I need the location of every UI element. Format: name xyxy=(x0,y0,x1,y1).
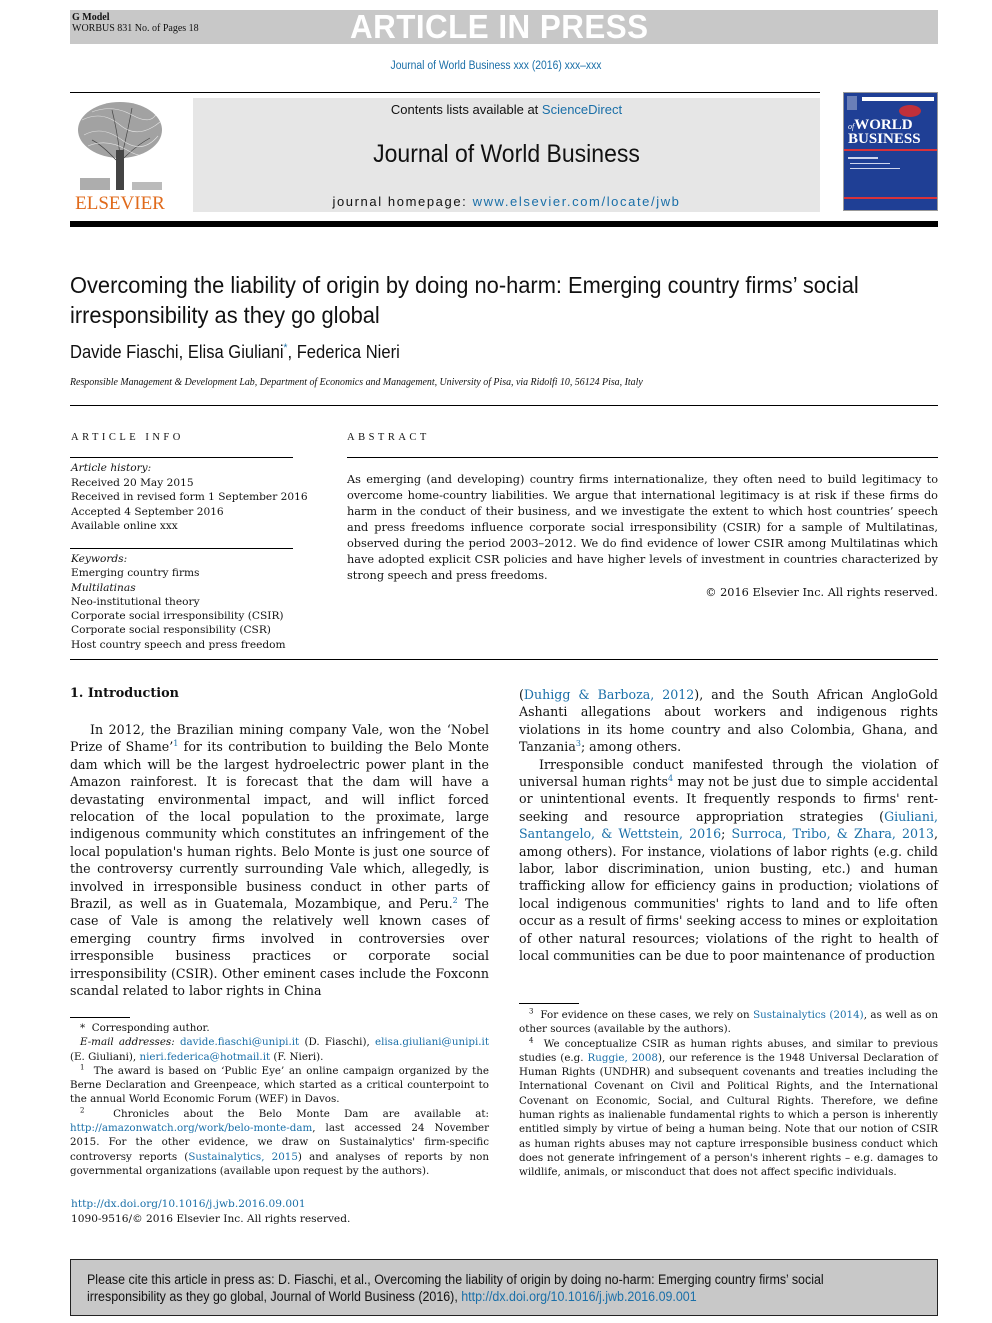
author-name[interactable]: Federica Nieri xyxy=(297,342,400,362)
keyword: Neo-institutional theory xyxy=(71,595,200,608)
sciencedirect-link[interactable]: ScienceDirect xyxy=(542,102,622,117)
masthead-rule xyxy=(70,92,820,93)
homepage-link[interactable]: www.elsevier.com/locate/jwb xyxy=(473,194,681,209)
keyword: Corporate social irresponsibility (CSIR) xyxy=(71,610,284,623)
history-label: Article history: xyxy=(71,462,152,474)
cover-emblem xyxy=(899,105,921,117)
history-item: Available online xxx xyxy=(71,520,178,532)
footnote: 1 The award is based on ‘Public Eye’ an … xyxy=(70,1063,489,1106)
contents-line: Contents lists available at ScienceDirec… xyxy=(193,102,820,117)
footnote: 4 We conceptualize CSIR as human rights … xyxy=(519,1036,938,1179)
article-title: Overcoming the liability of origin by do… xyxy=(70,272,859,328)
issn-copyright: 1090-9516/© 2016 Elsevier Inc. All right… xyxy=(71,1213,351,1225)
article-info-heading: ARTICLE INFO xyxy=(71,432,184,443)
g-model-label: G Model xyxy=(72,12,110,23)
cover-text-line xyxy=(848,157,878,159)
citation-link[interactable]: Ruggie, 2008 xyxy=(588,1052,658,1064)
abstract-copyright: © 2016 Elsevier Inc. All rights reserved… xyxy=(705,586,938,599)
citation-link[interactable]: Duhigg & Barboza, 2012 xyxy=(524,687,694,702)
manuscript-number: WORBUS 831 No. of Pages 18 xyxy=(72,23,199,34)
abstract-heading: ABSTRACT xyxy=(347,432,430,443)
citation-link[interactable]: Sustainalytics, 2015 xyxy=(188,1151,298,1163)
elsevier-wordmark: ELSEVIER xyxy=(75,193,165,214)
corresponding-author-mark[interactable]: * xyxy=(284,342,288,354)
cover-header-strip xyxy=(862,97,934,101)
keyword: Emerging country firms xyxy=(71,567,200,580)
divider xyxy=(347,457,938,458)
url-link[interactable]: http://amazonwatch.org/work/belo-monte-d… xyxy=(70,1122,312,1134)
cover-title: ofWORLD BUSINESS xyxy=(848,117,921,147)
keywords-label: Keywords: xyxy=(71,553,128,565)
history-item: Accepted 4 September 2016 xyxy=(71,505,224,518)
body-paragraph: (Duhigg & Barboza, 2012), and the South … xyxy=(519,687,938,755)
elsevier-tree-icon xyxy=(78,102,162,191)
footnotes-left: * Corresponding author. E-mail addresses… xyxy=(70,1021,489,1178)
keyword: Host country speech and press freedom xyxy=(71,638,286,651)
footnote-rule xyxy=(70,1017,130,1018)
banner-text: ARTICLE IN PRESS xyxy=(350,8,649,45)
footnote-rule xyxy=(519,1003,579,1004)
body-paragraph: In 2012, the Brazilian mining company Va… xyxy=(70,722,490,999)
body-column-right: (Duhigg & Barboza, 2012), and the South … xyxy=(519,686,938,965)
author-name[interactable]: Elisa Giuliani xyxy=(188,342,284,362)
email-link[interactable]: davide.fiaschi@unipi.it xyxy=(180,1036,299,1048)
email-link[interactable]: elisa.giuliani@unipi.it xyxy=(375,1036,489,1048)
footnote-corresponding: * Corresponding author. xyxy=(80,1022,210,1034)
citation-doi-link[interactable]: http://dx.doi.org/10.1016/j.jwb.2016.09.… xyxy=(461,1289,696,1304)
body-paragraph: Irresponsible conduct manifested through… xyxy=(519,756,939,964)
keywords: Keywords: Emerging country firms Multila… xyxy=(71,552,286,652)
keyword: Multilatinas xyxy=(71,581,136,594)
cover-publisher-logo xyxy=(847,96,857,110)
email-link[interactable]: nieri.federica@hotmail.it xyxy=(139,1051,270,1063)
journal-homepage: journal homepage: www.elsevier.com/locat… xyxy=(193,194,820,209)
footnotes-right: 3 For evidence on these cases, we rely o… xyxy=(519,1008,938,1180)
journal-reference-link[interactable]: Journal of World Business xxx (2016) xxx… xyxy=(50,60,943,72)
footnote: 3 For evidence on these cases, we rely o… xyxy=(519,1007,939,1036)
divider xyxy=(70,457,293,458)
abstract-text: As emerging (and developing) country fir… xyxy=(347,473,938,582)
history-item: Received 20 May 2015 xyxy=(71,476,194,489)
article-history: Article history: Received 20 May 2015 Re… xyxy=(71,461,308,534)
section-heading: 1. Introduction xyxy=(70,686,179,701)
divider xyxy=(70,405,938,406)
keyword: Corporate social responsibility (CSR) xyxy=(71,624,271,637)
cover-text-line xyxy=(850,168,900,169)
citation-link[interactable]: Sustainalytics (2014) xyxy=(753,1009,864,1021)
masthead-thick-rule xyxy=(70,221,938,227)
author-list: Davide Fiaschi, Elisa Giuliani*, Federic… xyxy=(70,342,400,362)
journal-cover-image[interactable]: ofWORLD BUSINESS xyxy=(843,92,938,211)
journal-title: Journal of World Business xyxy=(373,140,640,168)
author-name[interactable]: Davide Fiaschi xyxy=(70,342,179,362)
history-item: Received in revised form 1 September 201… xyxy=(71,491,308,503)
cover-text-line xyxy=(850,163,890,164)
footnote: 2 Chronicles about the Belo Monte Dam ar… xyxy=(70,1106,490,1177)
cover-red-stripe xyxy=(844,197,937,199)
contents-prefix: Contents lists available at xyxy=(390,102,542,117)
doi-link[interactable]: http://dx.doi.org/10.1016/j.jwb.2016.09.… xyxy=(71,1198,306,1210)
divider xyxy=(70,548,293,549)
doi-block: http://dx.doi.org/10.1016/j.jwb.2016.09.… xyxy=(71,1197,350,1227)
divider xyxy=(70,659,938,660)
footnote-emails: E-mail addresses: davide.fiaschi@unipi.i… xyxy=(70,1036,489,1063)
affiliation: Responsible Management & Development Lab… xyxy=(70,376,643,388)
citation-text: Please cite this article in press as: D.… xyxy=(87,1272,824,1304)
manuscript-id: G Model WORBUS 831 No. of Pages 18 xyxy=(72,12,199,34)
cover-red-stripe xyxy=(844,149,937,151)
citation-link[interactable]: Surroca, Tribo, & Zhara, 2013 xyxy=(732,826,935,841)
homepage-prefix: journal homepage: xyxy=(332,194,473,209)
